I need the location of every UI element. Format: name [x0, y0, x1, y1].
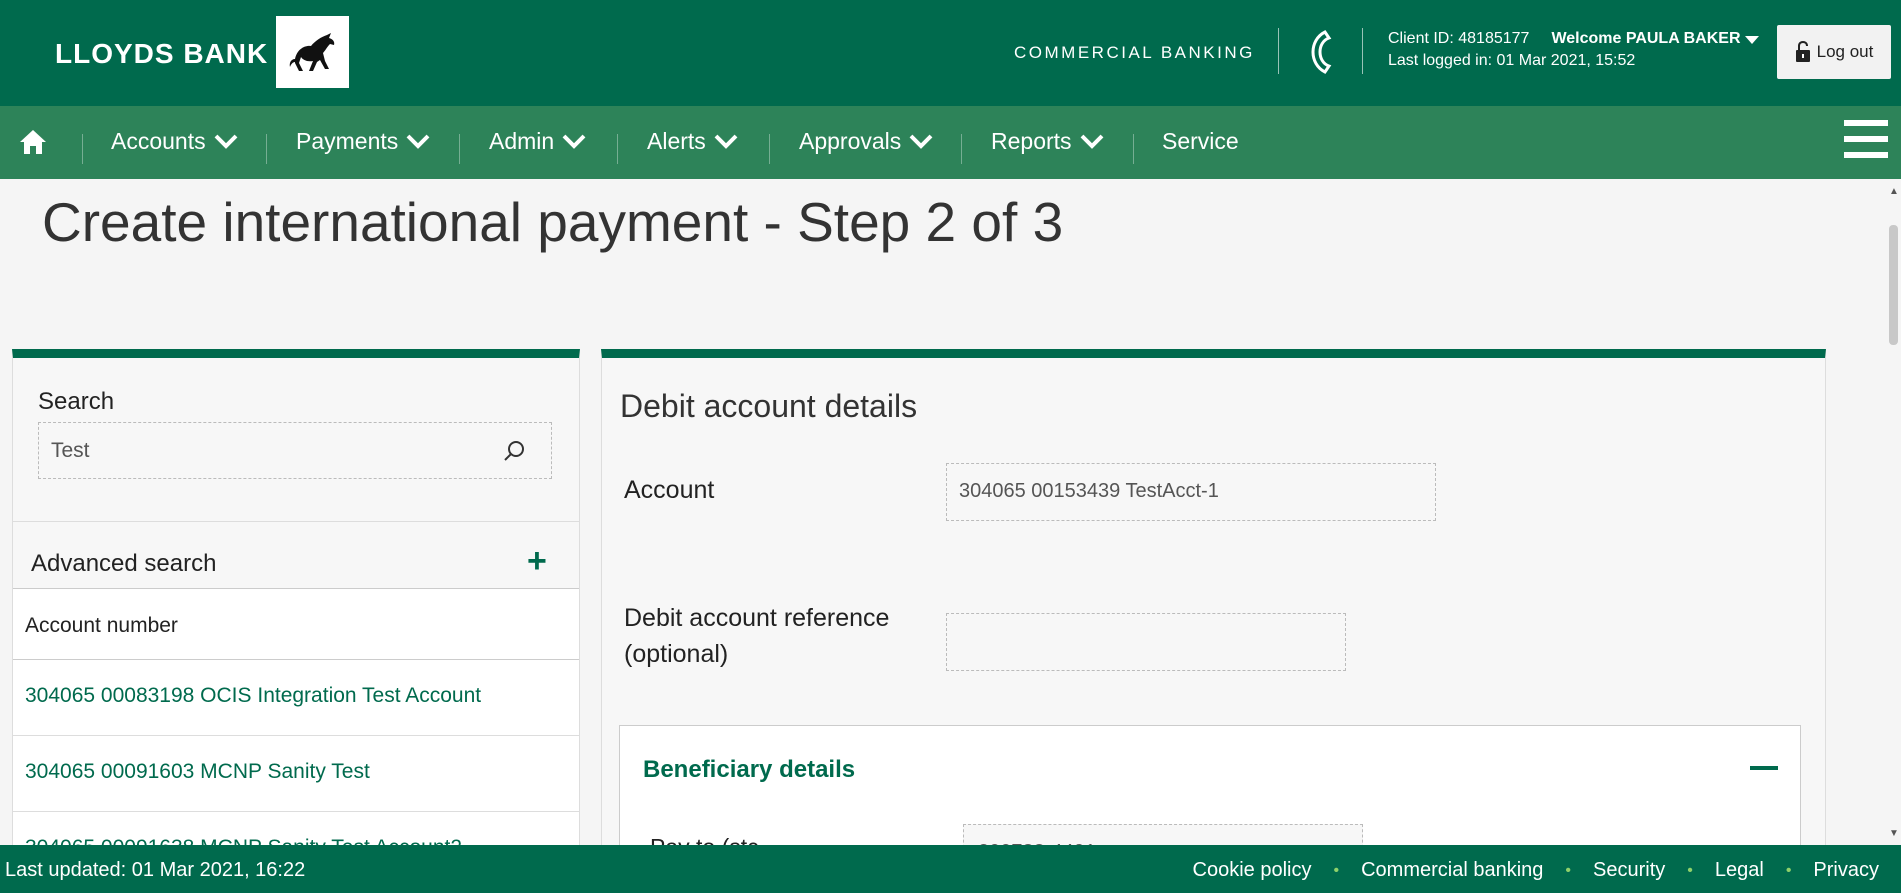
chevron-down-icon [406, 134, 430, 149]
nav-service-label: Service [1162, 128, 1239, 154]
nav-accounts-label: Accounts [111, 128, 206, 154]
user-menu-chevron-icon[interactable] [1745, 36, 1759, 44]
footer: Last updated: 01 Mar 2021, 16:22 Cookie … [0, 845, 1901, 893]
nav-admin[interactable]: Admin [489, 128, 586, 155]
plus-icon[interactable]: + [527, 544, 547, 578]
account-number-heading: Account number [25, 614, 178, 637]
advanced-search-toggle[interactable]: Advanced search + [13, 521, 579, 588]
footer-link-privacy[interactable]: Privacy [1813, 859, 1879, 882]
search-icon[interactable] [503, 440, 525, 462]
debit-reference-input[interactable] [946, 613, 1346, 671]
chevron-down-icon [214, 134, 238, 149]
nav-service[interactable]: Service [1162, 128, 1239, 155]
nav-divider [459, 134, 460, 164]
scrollbar-thumb[interactable] [1889, 225, 1898, 345]
nav-payments-label: Payments [296, 128, 399, 154]
account-field[interactable]: 304065 00153439 TestAcct-1 [946, 463, 1436, 521]
nav-alerts-label: Alerts [647, 128, 706, 154]
account-label: Account [624, 476, 715, 504]
footer-link-cookie-policy[interactable]: Cookie policy [1193, 859, 1312, 882]
search-input[interactable]: Test [38, 422, 552, 479]
nav-reports[interactable]: Reports [991, 128, 1104, 155]
pay-to-field[interactable]: 200783-4491 [963, 824, 1363, 845]
top-header: LLOYDS BANK COMMERCIAL BANKING Client ID… [0, 0, 1901, 106]
debit-reference-label-line1: Debit account reference [624, 604, 890, 632]
chevron-down-icon [562, 134, 586, 149]
hamburger-menu-icon[interactable] [1844, 120, 1888, 163]
search-value: Test [51, 439, 90, 462]
debit-reference-label: Debit account reference (optional) [624, 600, 889, 672]
last-updated: Last updated: 01 Mar 2021, 16:22 [5, 859, 306, 881]
page-title: Create international payment - Step 2 of… [42, 191, 1064, 253]
footer-dot: • [1687, 861, 1693, 879]
main-nav: Accounts Payments Admin Alerts Approvals… [0, 106, 1901, 179]
account-value: 304065 00153439 TestAcct-1 [959, 480, 1219, 502]
account-link[interactable]: 304065 00091603 MCNP Sanity Test [25, 760, 370, 784]
nav-admin-label: Admin [489, 128, 555, 154]
phone-icon[interactable] [1307, 30, 1333, 74]
account-link[interactable]: 304065 00091638 MCNP Sanity Test Account… [25, 836, 462, 845]
nav-divider [266, 134, 267, 164]
account-list-item[interactable]: 304065 00083198 OCIS Integration Test Ac… [13, 660, 579, 736]
pay-to-label: Pay to (stc [650, 834, 759, 845]
unlock-icon [1795, 41, 1810, 62]
footer-dot: • [1565, 861, 1572, 879]
nav-divider [617, 134, 618, 164]
client-info: Client ID: 48185177 Welcome PAULA BAKER L… [1388, 30, 1741, 70]
client-id: Client ID: 48185177 [1388, 30, 1530, 47]
header-divider [1362, 28, 1363, 74]
advanced-search-label: Advanced search [31, 550, 217, 577]
debit-account-heading: Debit account details [620, 388, 918, 424]
logout-label: Log out [1816, 42, 1874, 61]
search-label: Search [38, 388, 115, 415]
beneficiary-details-heading[interactable]: Beneficiary details [643, 756, 855, 784]
nav-divider [961, 134, 962, 164]
page-scrollbar[interactable]: ▲ ▼ [1886, 180, 1901, 845]
collapse-minus-icon[interactable] [1750, 766, 1778, 770]
commercial-banking-label: COMMERCIAL BANKING [1014, 43, 1255, 62]
account-number-header: Account number [13, 588, 579, 660]
nav-reports-label: Reports [991, 128, 1072, 154]
welcome-text[interactable]: Welcome PAULA BAKER [1551, 30, 1740, 47]
nav-divider [1133, 134, 1134, 164]
last-logged-in: Last logged in: 01 Mar 2021, 15:52 [1388, 52, 1636, 69]
scroll-up-icon[interactable]: ▲ [1889, 186, 1899, 197]
account-link[interactable]: 304065 00083198 OCIS Integration Test Ac… [25, 684, 481, 708]
home-icon[interactable] [18, 128, 48, 161]
account-list-item[interactable]: 304065 00091638 MCNP Sanity Test Account… [13, 812, 579, 845]
footer-links: Cookie policy • Commercial banking • Sec… [1193, 859, 1879, 882]
footer-link-security[interactable]: Security [1593, 859, 1665, 882]
footer-link-legal[interactable]: Legal [1715, 859, 1764, 882]
beneficiary-details-section: Beneficiary details Pay to (stc 200783-4… [619, 725, 1801, 845]
debit-reference-label-line2: (optional) [624, 640, 729, 668]
scroll-down-icon[interactable]: ▼ [1889, 828, 1899, 839]
chevron-down-icon [714, 134, 738, 149]
nav-alerts[interactable]: Alerts [647, 128, 738, 155]
nav-approvals[interactable]: Approvals [799, 128, 933, 155]
logout-button[interactable]: Log out [1777, 25, 1891, 79]
account-search-panel: Search Test Advanced search + Account nu… [12, 349, 580, 845]
horse-logo-icon[interactable] [276, 16, 349, 88]
brand-name: LLOYDS BANK [55, 38, 269, 69]
chevron-down-icon [909, 134, 933, 149]
nav-accounts[interactable]: Accounts [111, 128, 238, 155]
nav-payments[interactable]: Payments [296, 128, 430, 155]
header-divider [1278, 28, 1279, 74]
chevron-down-icon [1080, 134, 1103, 149]
nav-divider [82, 134, 83, 164]
account-list-item[interactable]: 304065 00091603 MCNP Sanity Test [13, 736, 579, 812]
footer-link-commercial-banking[interactable]: Commercial banking [1361, 859, 1543, 882]
footer-dot: • [1785, 861, 1792, 879]
footer-dot: • [1333, 861, 1340, 879]
nav-divider [769, 134, 770, 164]
payment-form-panel: Debit account details Account 304065 001… [601, 349, 1826, 845]
nav-approvals-label: Approvals [799, 128, 902, 154]
